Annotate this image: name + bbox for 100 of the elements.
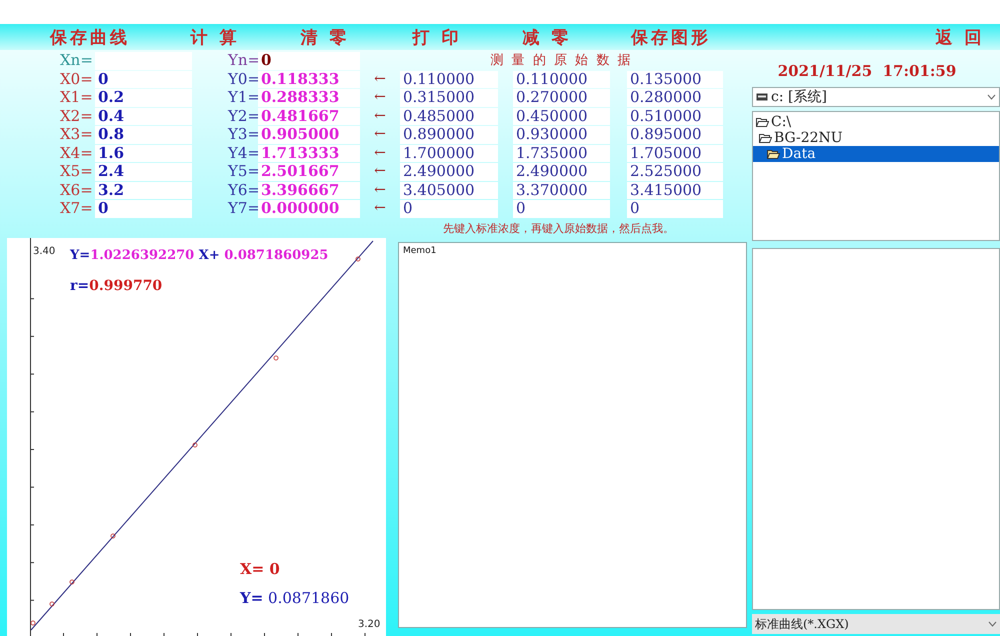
arrow-icon: ← xyxy=(374,163,386,179)
data-point xyxy=(30,620,36,625)
data-point xyxy=(274,355,278,360)
input-field[interactable]: 0.118333 xyxy=(258,70,360,88)
regression-equation: Y=1.0226392270 X+ 0.0871860925 xyxy=(70,248,328,262)
arrow-icon: ← xyxy=(374,70,386,86)
input-field[interactable]: 0.288333 xyxy=(258,89,360,106)
field-label: Xn= xyxy=(60,52,94,70)
axis-label: 3.40 xyxy=(33,246,56,256)
input-field[interactable]: 0.135000 xyxy=(627,70,723,88)
input-field[interactable]: 0.8 xyxy=(95,126,192,144)
field-label: X4= xyxy=(60,144,94,162)
input-field[interactable]: 0.481667 xyxy=(258,108,360,125)
correlation-value: r=0.999770 xyxy=(70,278,162,294)
drive-icon xyxy=(756,93,768,101)
folder-icon xyxy=(756,117,769,127)
field-label: X6= xyxy=(60,182,94,199)
input-field[interactable]: 2.4 xyxy=(95,163,192,180)
input-field[interactable]: 0.510000 xyxy=(627,108,723,125)
input-field[interactable]: 2.490000 xyxy=(513,163,610,180)
data-point xyxy=(50,601,54,606)
input-field[interactable]: 0.905000 xyxy=(258,126,360,144)
data-point xyxy=(356,256,360,261)
x-readout: X= 0 xyxy=(240,560,280,578)
caret-icon xyxy=(988,621,997,627)
input-field[interactable]: 0 xyxy=(95,200,192,218)
input-field[interactable]: 0.2 xyxy=(95,89,192,106)
input-field[interactable]: 0 xyxy=(95,70,192,88)
input-field[interactable]: 0.280000 xyxy=(627,89,723,106)
toolbar-button[interactable]: 返 回 xyxy=(934,26,986,48)
arrow-icon: ← xyxy=(374,126,386,142)
input-field[interactable]: 0.110000 xyxy=(513,70,610,88)
arrow-icon: ← xyxy=(374,144,386,160)
arrow-icon: ← xyxy=(374,108,386,124)
input-field[interactable]: 2.501667 xyxy=(258,163,360,180)
input-field[interactable] xyxy=(95,52,192,70)
field-label: Y0= xyxy=(228,70,258,88)
input-field[interactable]: 0.270000 xyxy=(513,89,610,106)
input-field[interactable]: 0.485000 xyxy=(400,108,498,125)
memo-field[interactable]: Memo1 xyxy=(398,242,747,628)
input-field[interactable]: 0 xyxy=(258,52,360,70)
input-field[interactable]: 0 xyxy=(513,200,610,218)
caret-icon xyxy=(987,94,996,100)
arrow-icon: ← xyxy=(374,89,386,105)
drive-dropdown[interactable]: c: [系统] xyxy=(752,87,1000,107)
section-heading: 测 量 的 原 始 数 据 xyxy=(490,52,632,70)
field-label: X3= xyxy=(60,126,94,144)
field-label: X7= xyxy=(60,200,94,218)
field-label: X2= xyxy=(60,108,94,125)
input-field[interactable]: 3.396667 xyxy=(258,182,360,199)
toolbar-button[interactable]: 保存图形 xyxy=(629,26,713,48)
toolbar-button[interactable]: 打 印 xyxy=(410,26,464,48)
field-label: Y6= xyxy=(228,182,258,199)
input-field[interactable]: 0.4 xyxy=(95,108,192,125)
input-field[interactable]: 3.2 xyxy=(95,182,192,199)
folder-icon xyxy=(759,133,772,143)
folder-icon xyxy=(767,149,780,159)
directory-item[interactable]: BG-22NU xyxy=(753,130,999,146)
input-field[interactable]: 3.415000 xyxy=(627,182,723,199)
input-field[interactable]: 2.525000 xyxy=(627,163,723,180)
y-readout: Y= 0.0871860 xyxy=(240,588,350,606)
input-field[interactable]: 0.000000 xyxy=(258,200,360,218)
input-field[interactable]: 0.895000 xyxy=(627,126,723,144)
date-time: 2021/11/25 17:01:59 xyxy=(778,62,956,82)
arrow-icon: ← xyxy=(374,182,386,198)
input-field[interactable]: 0.890000 xyxy=(400,126,498,144)
toolbar-button[interactable]: 减 零 xyxy=(520,26,574,48)
toolbar-button[interactable]: 保存曲线 xyxy=(48,26,132,48)
input-field[interactable]: 0.450000 xyxy=(513,108,610,125)
input-field[interactable]: 0.110000 xyxy=(400,70,498,88)
toolbar-button[interactable]: 清 零 xyxy=(298,26,352,48)
input-field[interactable]: 0 xyxy=(400,200,498,218)
field-label: Y4= xyxy=(228,144,258,162)
input-field[interactable]: 1.6 xyxy=(95,144,192,162)
hint-text[interactable]: 先键入标准浓度，再键入原始数据，然后点我。 xyxy=(443,222,747,236)
directory-item[interactable]: C:\ xyxy=(753,114,999,130)
field-label: X5= xyxy=(60,163,94,180)
input-field[interactable]: 3.405000 xyxy=(400,182,498,199)
file-type-dropdown[interactable]: 标准曲线(*.XGX) xyxy=(752,614,1000,634)
data-point xyxy=(110,533,116,538)
input-field[interactable]: 1.700000 xyxy=(400,144,498,162)
field-label: Y7= xyxy=(228,200,258,218)
input-field[interactable]: 1.713333 xyxy=(258,144,360,162)
input-field[interactable]: 0.930000 xyxy=(513,126,610,144)
field-label: Y1= xyxy=(228,89,258,106)
input-field[interactable]: 0.315000 xyxy=(400,89,498,106)
field-label: Y3= xyxy=(228,126,258,144)
directory-item[interactable]: Data xyxy=(753,146,999,162)
input-field[interactable]: 3.370000 xyxy=(513,182,610,199)
input-field[interactable]: 1.705000 xyxy=(627,144,723,162)
field-label: X0= xyxy=(60,70,94,88)
field-label: X1= xyxy=(60,89,94,106)
input-field[interactable]: 2.490000 xyxy=(400,163,498,180)
field-label: Yn= xyxy=(228,52,258,70)
field-label: Y2= xyxy=(228,108,258,125)
data-point xyxy=(192,442,198,447)
input-field[interactable]: 0 xyxy=(627,200,723,218)
input-field[interactable]: 1.735000 xyxy=(513,144,610,162)
field-label: Y5= xyxy=(228,163,258,180)
toolbar-button[interactable]: 计 算 xyxy=(188,26,242,48)
